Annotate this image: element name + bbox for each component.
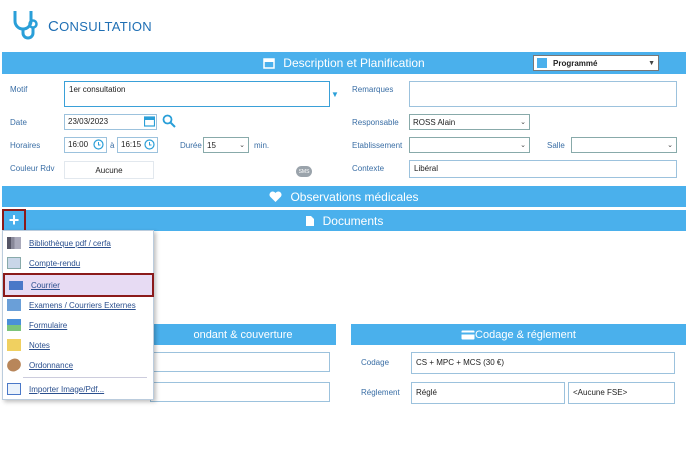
responsable-select[interactable]: ROSS Alain ⌄ xyxy=(409,114,530,130)
menu-item-compte-rendu[interactable]: Compte-rendu xyxy=(3,253,153,273)
reglement-label: Réglement xyxy=(361,388,400,397)
remarques-input[interactable] xyxy=(409,81,677,107)
page-header: CONSULTATION xyxy=(0,0,688,48)
upload-icon xyxy=(7,383,21,395)
menu-item-examens[interactable]: Examens / Courriers Externes xyxy=(3,295,153,315)
report-icon xyxy=(7,257,21,269)
credit-card-icon xyxy=(461,330,475,339)
codage-label: Codage xyxy=(361,358,390,367)
contexte-label: Contexte xyxy=(352,164,385,173)
exam-icon xyxy=(7,299,21,311)
menu-item-formulaire[interactable]: Formulaire xyxy=(3,315,153,335)
min-label: min. xyxy=(254,141,270,150)
menu-item-importer[interactable]: Importer Image/Pdf... xyxy=(3,379,153,399)
motif-input[interactable]: 1er consultation xyxy=(64,81,330,107)
chevron-down-icon: ⌄ xyxy=(667,142,673,149)
date-label: Date xyxy=(10,118,27,127)
documents-band: Documents xyxy=(2,210,686,231)
menu-item-courrier[interactable]: Courrier xyxy=(3,273,154,297)
contexte-field[interactable]: Libéral xyxy=(409,160,677,178)
calendar-picker-icon[interactable] xyxy=(144,116,155,127)
motif-dropdown-icon[interactable]: ▼ xyxy=(331,90,339,99)
duree-label: Durée xyxy=(180,141,202,150)
chevron-down-icon: ⌄ xyxy=(520,119,526,126)
remarques-label: Remarques xyxy=(352,85,394,94)
codage-panel-header: Codage & réglement xyxy=(351,324,686,345)
couleur-select[interactable]: Aucune xyxy=(64,161,154,179)
chevron-down-icon: ▼ xyxy=(648,59,655,67)
document-icon xyxy=(305,215,314,226)
heart-icon xyxy=(269,190,282,202)
chevron-down-icon: ⌄ xyxy=(239,142,245,149)
duree-select[interactable]: 15 ⌄ xyxy=(203,137,249,153)
status-select[interactable]: Programmé ▼ xyxy=(533,55,659,71)
correspondant-field[interactable] xyxy=(150,352,330,372)
correspondant-panel-header: ondant & couverture xyxy=(150,324,336,345)
add-document-button[interactable]: + xyxy=(2,209,26,232)
menu-item-ordonnance[interactable]: Ordonnance xyxy=(3,355,153,375)
etablissement-label: Etablissement xyxy=(352,141,403,150)
page-title: CONSULTATION xyxy=(48,18,152,35)
clock-icon[interactable] xyxy=(144,139,155,150)
motif-label: Motif xyxy=(10,85,28,94)
salle-label: Salle xyxy=(547,141,565,150)
responsable-label: Responsable xyxy=(352,118,399,127)
salle-select[interactable]: ⌄ xyxy=(571,137,677,153)
couverture-field[interactable] xyxy=(150,382,330,402)
codage-field[interactable]: CS + MPC + MCS (30 €) xyxy=(411,352,675,374)
menu-item-bibliotheque[interactable]: Bibliothèque pdf / cerfa xyxy=(3,233,153,253)
search-icon[interactable] xyxy=(162,114,176,128)
sms-icon[interactable]: SMS xyxy=(296,166,312,177)
pill-icon xyxy=(4,356,24,374)
horaires-label: Horaires xyxy=(10,141,41,150)
library-icon xyxy=(7,237,21,249)
observations-band[interactable]: Observations médicales xyxy=(2,186,686,207)
couleur-label: Couleur Rdv xyxy=(10,164,55,173)
plus-icon: + xyxy=(8,210,20,230)
reglement-field[interactable]: Réglé xyxy=(411,382,565,404)
chevron-down-icon: ⌄ xyxy=(520,142,526,149)
status-check-icon xyxy=(537,58,547,68)
a-label: à xyxy=(110,141,115,150)
form-icon xyxy=(7,319,21,331)
calendar-icon xyxy=(263,58,276,69)
clock-icon[interactable] xyxy=(93,139,104,150)
menu-divider xyxy=(23,377,147,378)
menu-item-notes[interactable]: Notes xyxy=(3,335,153,355)
stethoscope-icon xyxy=(13,11,38,40)
fse-field[interactable]: <Aucune FSE> xyxy=(568,382,675,404)
etablissement-select[interactable]: ⌄ xyxy=(409,137,530,153)
envelope-icon xyxy=(9,280,23,290)
notes-icon xyxy=(7,339,21,351)
documents-menu: Bibliothèque pdf / cerfa Compte-rendu Co… xyxy=(2,230,154,400)
